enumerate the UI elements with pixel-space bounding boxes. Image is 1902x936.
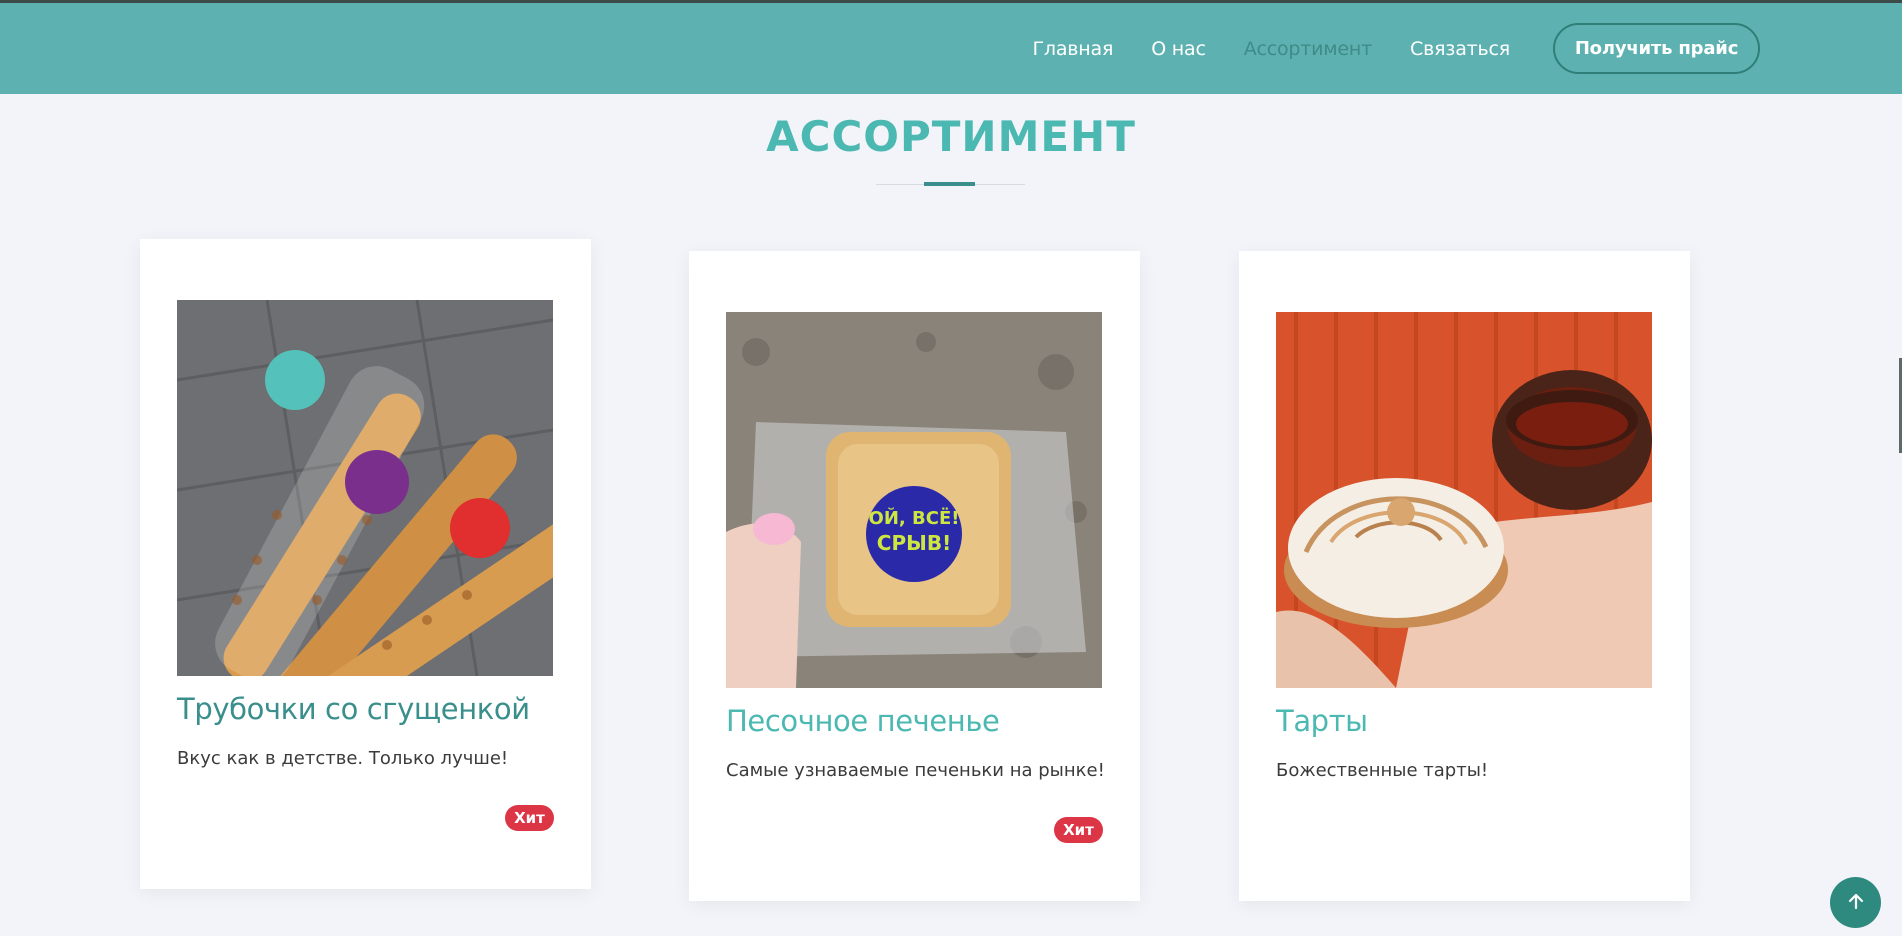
hit-badge: Хит [1054, 817, 1103, 843]
hit-badge: Хит [505, 805, 554, 831]
product-title[interactable]: Тарты [1276, 704, 1368, 738]
product-description: Самые узнаваемые печеньки на рынке! [726, 760, 1105, 781]
product-card[interactable]: Трубочки со сгущенкой Вкус как в детстве… [140, 239, 591, 889]
product-description: Вкус как в детстве. Только лучше! [177, 748, 509, 769]
wafer-rolls-photo [177, 300, 553, 676]
svg-text:ОЙ, ВСЁ!: ОЙ, ВСЁ! [869, 507, 960, 529]
nav-link-home[interactable]: Главная [1033, 38, 1114, 60]
svg-text:СРЫВ!: СРЫВ! [877, 531, 951, 555]
arrow-up-icon [1846, 891, 1866, 914]
section-title: АССОРТИМЕНТ [766, 112, 1136, 161]
nav-link-contact[interactable]: Связаться [1410, 38, 1510, 60]
tarts-photo [1276, 312, 1652, 688]
site-header: Главная О нас Ассортимент Связаться Полу… [0, 3, 1902, 94]
product-card[interactable]: Тарты Божественные тарты! [1239, 251, 1690, 901]
nav-link-about[interactable]: О нас [1151, 38, 1206, 60]
get-price-button[interactable]: Получить прайс [1553, 23, 1760, 74]
title-divider-right [975, 184, 1025, 185]
scroll-to-top-button[interactable] [1830, 877, 1881, 928]
product-card[interactable]: ОЙ, ВСЁ! СРЫВ! Песочное печенье Самые уз… [689, 251, 1140, 901]
product-description: Божественные тарты! [1276, 760, 1489, 781]
title-divider-accent [924, 182, 975, 186]
title-divider-left [876, 184, 924, 185]
shortbread-cookie-photo: ОЙ, ВСЁ! СРЫВ! [726, 312, 1102, 688]
product-title[interactable]: Песочное печенье [726, 704, 1000, 738]
main-nav: Главная О нас Ассортимент Связаться [995, 3, 1511, 94]
nav-link-assortment[interactable]: Ассортимент [1244, 38, 1373, 60]
product-title[interactable]: Трубочки со сгущенкой [177, 692, 530, 726]
